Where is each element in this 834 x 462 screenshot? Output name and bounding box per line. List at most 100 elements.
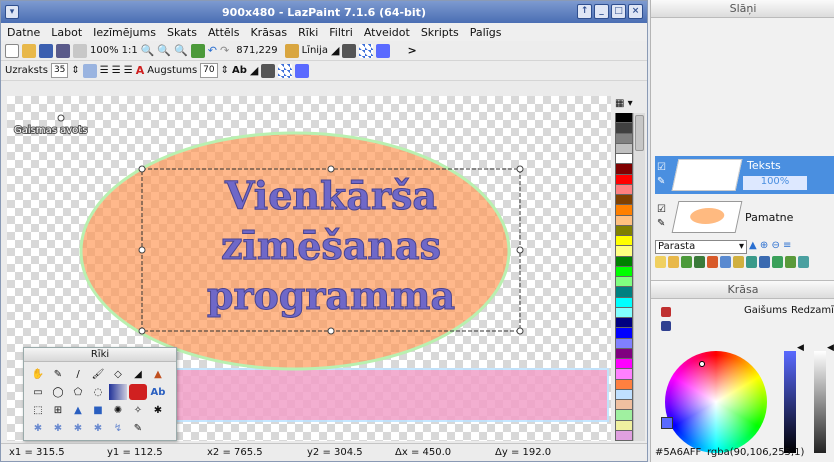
visible-checkbox-icon[interactable]: ☑ (657, 162, 666, 173)
palette-swatch[interactable] (615, 420, 633, 431)
palette-swatch[interactable] (615, 246, 633, 257)
flip-layer-icon[interactable] (746, 256, 757, 268)
layer-zoom-out-icon[interactable]: ⊖ (771, 240, 779, 251)
select-tool-icon[interactable]: ⬚ (29, 402, 47, 418)
menu-krasas[interactable]: Krāsas (250, 26, 287, 39)
palette-header[interactable]: ▦ ▾ (615, 98, 643, 112)
layer-up-icon[interactable] (772, 256, 783, 268)
pen-tool-icon[interactable]: / (69, 366, 87, 382)
palette-swatch[interactable] (615, 215, 633, 226)
default-colors-icon[interactable] (661, 321, 671, 331)
select-pen-icon[interactable]: ✱ (149, 402, 167, 418)
light-star-icon-2[interactable]: ✱ (49, 420, 67, 436)
tools-panel-title[interactable]: Rīki (24, 348, 176, 362)
layer-effect-icon[interactable] (720, 256, 731, 268)
color-panel-title[interactable]: Krāsa (651, 281, 834, 299)
palette-swatch[interactable] (615, 184, 633, 195)
fill-color-icon[interactable] (342, 43, 357, 58)
layer-prop-icon[interactable]: ▲ (749, 240, 757, 251)
menu-riki[interactable]: Rīki (298, 26, 318, 39)
color-hex[interactable]: #5A6AFF (655, 447, 701, 458)
layers-icon[interactable] (190, 43, 205, 58)
layer-row-base[interactable]: ☑ ✎ Pamatne (655, 198, 834, 236)
blend-mode-select[interactable]: Parasta ▾ (655, 240, 747, 254)
undo-icon[interactable]: ↶ (208, 44, 217, 57)
font-color-icon[interactable]: A (136, 64, 145, 77)
system-menu-icon[interactable]: ▾ (5, 5, 19, 19)
alpha-slider[interactable] (814, 351, 826, 453)
zoom-value[interactable]: 100% (90, 45, 119, 56)
menu-skats[interactable]: Skats (167, 26, 197, 39)
current-color-swatch[interactable] (661, 417, 673, 429)
eraser-tool-icon[interactable]: ◇ (109, 366, 127, 382)
spline-tool-icon[interactable]: ◌ (89, 384, 107, 400)
select-ellipse-icon[interactable]: ✺ (109, 402, 127, 418)
outline-text-icon[interactable]: Ab (232, 65, 247, 76)
height-spinner-icon[interactable]: ⇕ (221, 65, 229, 76)
palette-swatch[interactable] (615, 328, 633, 339)
palette-swatch[interactable] (615, 164, 633, 175)
palette-swatch[interactable] (615, 318, 633, 329)
palette-swatch[interactable] (615, 379, 633, 390)
rotate-layer-icon[interactable] (759, 256, 770, 268)
height-input[interactable]: 70 (200, 63, 218, 78)
brush-tool-icon[interactable]: 🖌 (89, 366, 107, 382)
visible-checkbox-icon-2[interactable]: ☑ (657, 204, 666, 215)
select-rect-icon[interactable]: ■ (89, 402, 107, 418)
alpha-arrow-icon[interactable]: ◀ (827, 343, 834, 353)
layer-delete-icon[interactable] (798, 256, 809, 268)
polygon-tool-icon[interactable]: ⬠ (69, 384, 87, 400)
ellipse-tool-icon[interactable]: ◯ (49, 384, 67, 400)
gradient-tool-icon[interactable] (109, 384, 127, 400)
maximize-button[interactable]: □ (611, 4, 626, 19)
palette-swatch[interactable] (615, 266, 633, 277)
fill-bucket-icon[interactable]: ◢ (129, 366, 147, 382)
add-layer-icon[interactable] (655, 256, 666, 268)
redo-icon[interactable]: ↷ (220, 44, 229, 57)
layer-filter-icon[interactable] (733, 256, 744, 268)
palette-swatch[interactable] (615, 154, 633, 165)
zoom-fit-icon[interactable]: 🔍 (174, 44, 188, 57)
zoom-ratio[interactable]: 1:1 (122, 45, 138, 56)
color-wheel[interactable] (665, 351, 767, 453)
menu-paligs[interactable]: Palīgs (470, 26, 502, 39)
light-star-icon-4[interactable]: ✱ (89, 420, 107, 436)
line-tool-icon[interactable] (284, 43, 299, 58)
palette-swatch[interactable] (615, 389, 633, 400)
menu-filtri[interactable]: Filtri (329, 26, 353, 39)
merge-layer-icon[interactable] (694, 256, 705, 268)
palette-swatch[interactable] (615, 277, 633, 288)
new-file-icon[interactable] (5, 43, 19, 58)
text-style-icon[interactable] (82, 63, 97, 78)
layer-color-icon[interactable] (707, 256, 718, 268)
text-size-input[interactable]: 35 (50, 63, 69, 78)
align-right-icon[interactable]: ☰ (124, 65, 133, 76)
color-rgba[interactable]: rgba(90,106,255,1) (707, 447, 804, 458)
phong-shape-icon[interactable] (129, 384, 147, 400)
menu-datne[interactable]: Datne (7, 26, 40, 39)
palette-swatch[interactable] (615, 256, 633, 267)
brightness-arrow-icon[interactable]: ◀ (797, 343, 804, 353)
title-bar[interactable]: ▾ 900x480 - LazPaint 7.1.6 (64-bit) ↑ _ … (1, 1, 647, 23)
layer-mapping-icon[interactable]: ▲ (69, 402, 87, 418)
clone-stamp-icon[interactable]: ▲ (149, 366, 167, 382)
close-button[interactable]: × (628, 4, 643, 19)
menu-skripts[interactable]: Skripts (421, 26, 459, 39)
brightness-slider[interactable] (784, 351, 796, 453)
layer-row-text[interactable]: ☑ ✎ Teksts 100% (655, 156, 834, 194)
palette-swatch[interactable] (615, 205, 633, 216)
palette-swatch[interactable] (615, 174, 633, 185)
magic-wand-icon[interactable]: ✧ (129, 402, 147, 418)
play-icon[interactable]: > (407, 44, 416, 57)
copy-icon[interactable] (73, 43, 87, 58)
text-tool-icon[interactable]: Ab (149, 384, 167, 400)
palette-swatch[interactable] (615, 133, 633, 144)
zoom-in-icon[interactable]: 🔍 (141, 44, 155, 57)
pen-fill-icon-2[interactable]: ◢ (250, 64, 258, 77)
deform-grid-icon[interactable]: ⊞ (49, 402, 67, 418)
size-spinner-icon[interactable]: ⇕ (71, 65, 79, 76)
palette-swatch[interactable] (615, 123, 633, 134)
palette-swatch[interactable] (615, 410, 633, 421)
vertical-scrollbar[interactable] (633, 113, 645, 441)
color-palette[interactable] (615, 113, 633, 441)
